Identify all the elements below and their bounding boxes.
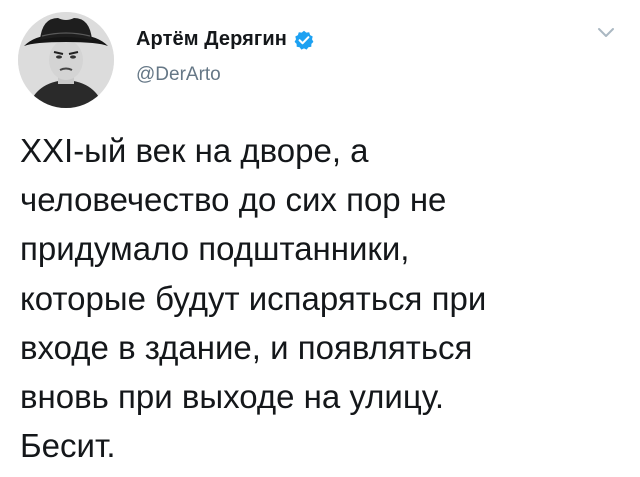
- avatar[interactable]: [18, 12, 114, 108]
- tweet-text-line: XXI-ый век на дворе, а: [20, 132, 369, 169]
- avatar-photo: [18, 12, 114, 108]
- tweet-text: XXI-ый век на дворе, а человечество до с…: [20, 126, 620, 470]
- verified-badge-icon: [294, 30, 314, 50]
- tweet-text-line: входе в здание, и появляться: [20, 328, 473, 366]
- tweet-text-line: вновь при выходе на улицу.: [20, 378, 445, 416]
- tweet-text-line: которые будут испаряться при: [20, 279, 487, 317]
- author-name-row: Артём Дерягин: [136, 28, 314, 51]
- tweet-text-line: Бесит.: [20, 427, 116, 465]
- tweet-text-line: придумало подштанники,: [20, 230, 410, 268]
- author-handle[interactable]: @DerArto: [136, 64, 221, 86]
- tweet-text-line: человечество до сих пор не: [20, 181, 447, 219]
- chevron-down-icon[interactable]: [596, 26, 616, 40]
- tweet-card: Артём Дерягин @DerArto XXI-ый век на дво…: [0, 0, 640, 477]
- author-display-name[interactable]: Артём Дерягин: [136, 28, 287, 51]
